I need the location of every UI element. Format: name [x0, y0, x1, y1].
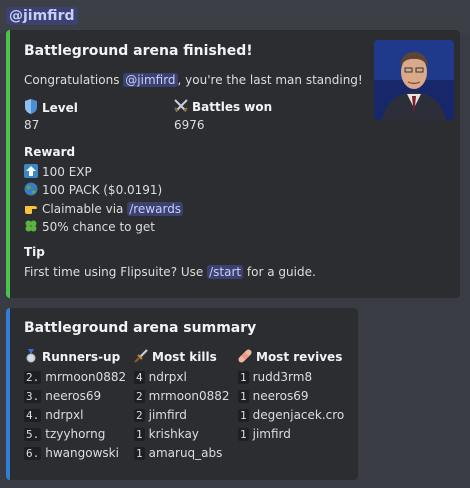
kill-count: 2: [134, 409, 145, 422]
claim-prefix: Claimable via: [42, 202, 128, 216]
chance-line: 50% chance to get: [24, 219, 155, 234]
pointing-hand-icon: [24, 201, 38, 215]
most-kills-header: Most kills: [134, 349, 217, 364]
rank-number: 5.: [24, 428, 42, 441]
tip-line: First time using Flipsuite? Use /start f…: [24, 265, 316, 279]
runners-up-label: Runners-up: [42, 350, 121, 364]
bandage-icon: [238, 349, 252, 363]
rank-number: 4.: [24, 409, 42, 422]
revive-count: 1: [238, 390, 249, 403]
kill-count: 4: [134, 371, 145, 384]
revive-count: 1: [238, 428, 249, 441]
congrats-suffix: , you're the last man standing!: [177, 73, 363, 87]
reward-pack: 100 PACK ($0.0191): [24, 182, 162, 197]
kill-count: 1: [134, 447, 145, 460]
rank-number: 2.: [24, 371, 42, 384]
list-item: 2 jimfird: [134, 408, 187, 422]
rank-number: 6.: [24, 447, 42, 460]
list-item: 1 jimfird: [238, 427, 291, 441]
list-item: 3. neeros69: [24, 389, 101, 403]
battles-label: Battles won: [192, 100, 273, 114]
arena-summary-embed: Battleground arena summary Runners-up Mo…: [6, 308, 358, 480]
player-name: mrmoon0882: [45, 370, 127, 384]
dagger-icon: [134, 349, 148, 363]
kill-count: 2: [134, 390, 145, 403]
reward-pack-text: 100 PACK ($0.0191): [42, 183, 163, 197]
player-name: hwangowski: [45, 446, 119, 460]
congrats-prefix: Congratulations: [24, 73, 124, 87]
tip-prefix: First time using Flipsuite? Use: [24, 265, 208, 279]
tip-label: Tip: [24, 245, 45, 259]
crossed-swords-icon: [174, 99, 188, 113]
level-label: Level: [42, 101, 78, 115]
tip-suffix: for a guide.: [243, 265, 316, 279]
list-item: 4. ndrpxl: [24, 408, 83, 422]
claim-line: Claimable via /rewards: [24, 201, 184, 216]
list-item: 6. hwangowski: [24, 446, 119, 460]
player-name: mrmoon0882: [148, 389, 230, 403]
player-name: ndrpxl: [148, 370, 187, 384]
start-command[interactable]: /start: [207, 265, 244, 279]
embed-title: Battleground arena finished!: [24, 43, 253, 59]
list-item: 1 amaruq_abs: [134, 446, 222, 460]
reward-exp-text: 100 EXP: [42, 165, 92, 179]
congrats-line: Congratulations @jimfird, you're the las…: [24, 73, 363, 87]
shield-icon: [24, 99, 38, 114]
reply-row: @jimfird: [0, 0, 470, 33]
chance-text: 50% chance to get: [42, 220, 156, 234]
player-name: neeros69: [252, 389, 309, 403]
player-name: neeros69: [45, 389, 102, 403]
runners-up-header: Runners-up: [24, 349, 120, 364]
most-revives-header: Most revives: [238, 349, 342, 364]
arena-finished-embed: Battleground arena finished! Congratulat…: [6, 30, 460, 298]
player-name: ndrpxl: [45, 408, 84, 422]
list-item: 1 rudd3rm8: [238, 370, 312, 384]
player-name: jimfird: [148, 408, 187, 422]
user-mention[interactable]: @jimfird: [6, 7, 78, 25]
revive-count: 1: [238, 371, 249, 384]
winner-mention[interactable]: @jimfird: [123, 73, 178, 87]
embed-title: Battleground arena summary: [24, 320, 257, 336]
list-item: 1 degenjacek.cro: [238, 408, 344, 422]
player-name: amaruq_abs: [148, 446, 223, 460]
level-field: Level: [24, 99, 78, 115]
player-name: degenjacek.cro: [252, 408, 345, 422]
list-item: 1 krishkay: [134, 427, 199, 441]
level-value: 87: [24, 118, 40, 132]
rank-number: 3.: [24, 390, 42, 403]
winner-avatar-image[interactable]: [374, 40, 454, 120]
player-name: rudd3rm8: [252, 370, 313, 384]
arrow-up-icon: [24, 164, 38, 178]
list-item: 2. mrmoon0882: [24, 370, 126, 384]
revive-count: 1: [238, 409, 249, 422]
reward-exp: 100 EXP: [24, 164, 92, 179]
second-place-medal-icon: [24, 349, 38, 363]
player-name: jimfird: [252, 427, 291, 441]
battles-field: Battles won: [174, 99, 272, 114]
list-item: 1 neeros69: [238, 389, 309, 403]
most-revives-label: Most revives: [256, 350, 343, 364]
most-kills-label: Most kills: [152, 350, 217, 364]
player-name: krishkay: [148, 427, 199, 441]
list-item: 2 mrmoon0882: [134, 389, 230, 403]
reward-label: Reward: [24, 145, 76, 159]
globe-icon: [24, 182, 38, 196]
rewards-command[interactable]: /rewards: [127, 202, 184, 216]
battles-value: 6976: [174, 118, 205, 132]
kill-count: 1: [134, 428, 145, 441]
player-name: tzyyhorng: [45, 427, 106, 441]
list-item: 5. tzyyhorng: [24, 427, 105, 441]
four-leaf-clover-icon: [24, 219, 38, 233]
list-item: 4 ndrpxl: [134, 370, 187, 384]
